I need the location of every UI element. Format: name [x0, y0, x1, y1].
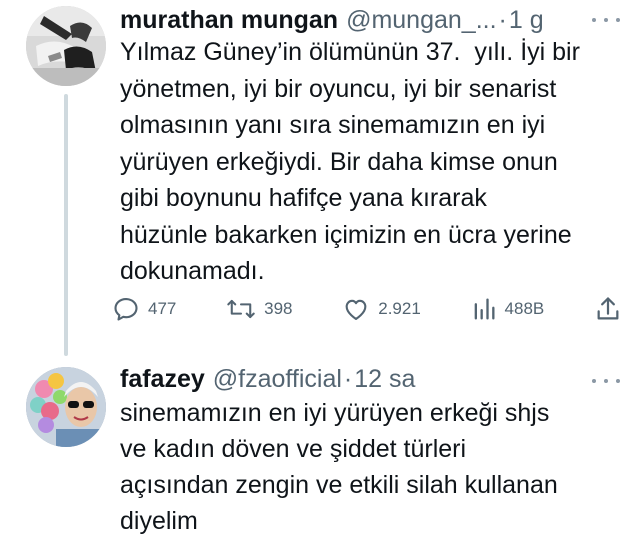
reply-icon [114, 298, 138, 321]
separator: · [343, 365, 353, 393]
action-bar: 477 398 2.921 488B [112, 292, 622, 326]
avatar-photo [26, 6, 106, 86]
views-count: 488B [504, 299, 545, 318]
author-name[interactable]: fafazey [120, 361, 205, 397]
tweet-header: fafazey @fzaofficial · 12 sa [120, 361, 620, 397]
share-icon [597, 297, 619, 320]
thread-line [64, 94, 68, 356]
heart-icon [345, 299, 367, 320]
tweet[interactable]: fafazey @fzaofficial · 12 sa sinemamızın… [0, 355, 640, 538]
reply-count: 477 [148, 299, 177, 318]
retweet-count: 398 [264, 299, 293, 318]
more-options-icon[interactable] [592, 371, 620, 391]
tweet-text: Yılmaz Güney’in ölümünün 37. yılı. İyi b… [120, 38, 580, 285]
retweet-icon [227, 299, 255, 319]
timestamp[interactable]: 1 g [509, 2, 544, 38]
tweet-text: sinemamızın en iyi yürüyen erkeği shjs v… [120, 399, 558, 535]
timestamp[interactable]: 12 sa [354, 361, 415, 397]
retweet-button[interactable]: 398 [226, 295, 293, 323]
avatar[interactable] [26, 6, 106, 86]
avatar[interactable] [26, 367, 106, 447]
author-handle[interactable]: @fzaofficial [213, 361, 342, 397]
more-options-icon[interactable] [592, 10, 620, 30]
like-button[interactable]: 2.921 [342, 295, 421, 323]
reply-button[interactable]: 477 [112, 295, 176, 323]
views-button[interactable]: 488B [471, 295, 545, 323]
author-name[interactable]: murathan mungan [120, 2, 338, 38]
separator: · [498, 6, 507, 34]
like-count: 2.921 [378, 299, 421, 318]
author-handle[interactable]: @mungan_... [346, 2, 496, 38]
share-button[interactable] [594, 295, 622, 323]
tweet[interactable]: murathan mungan @mungan_... · 1 g Yılmaz… [0, 0, 640, 356]
views-icon [474, 298, 495, 320]
avatar-photo [26, 367, 106, 447]
tweet-header: murathan mungan @mungan_... · 1 g [120, 2, 620, 38]
